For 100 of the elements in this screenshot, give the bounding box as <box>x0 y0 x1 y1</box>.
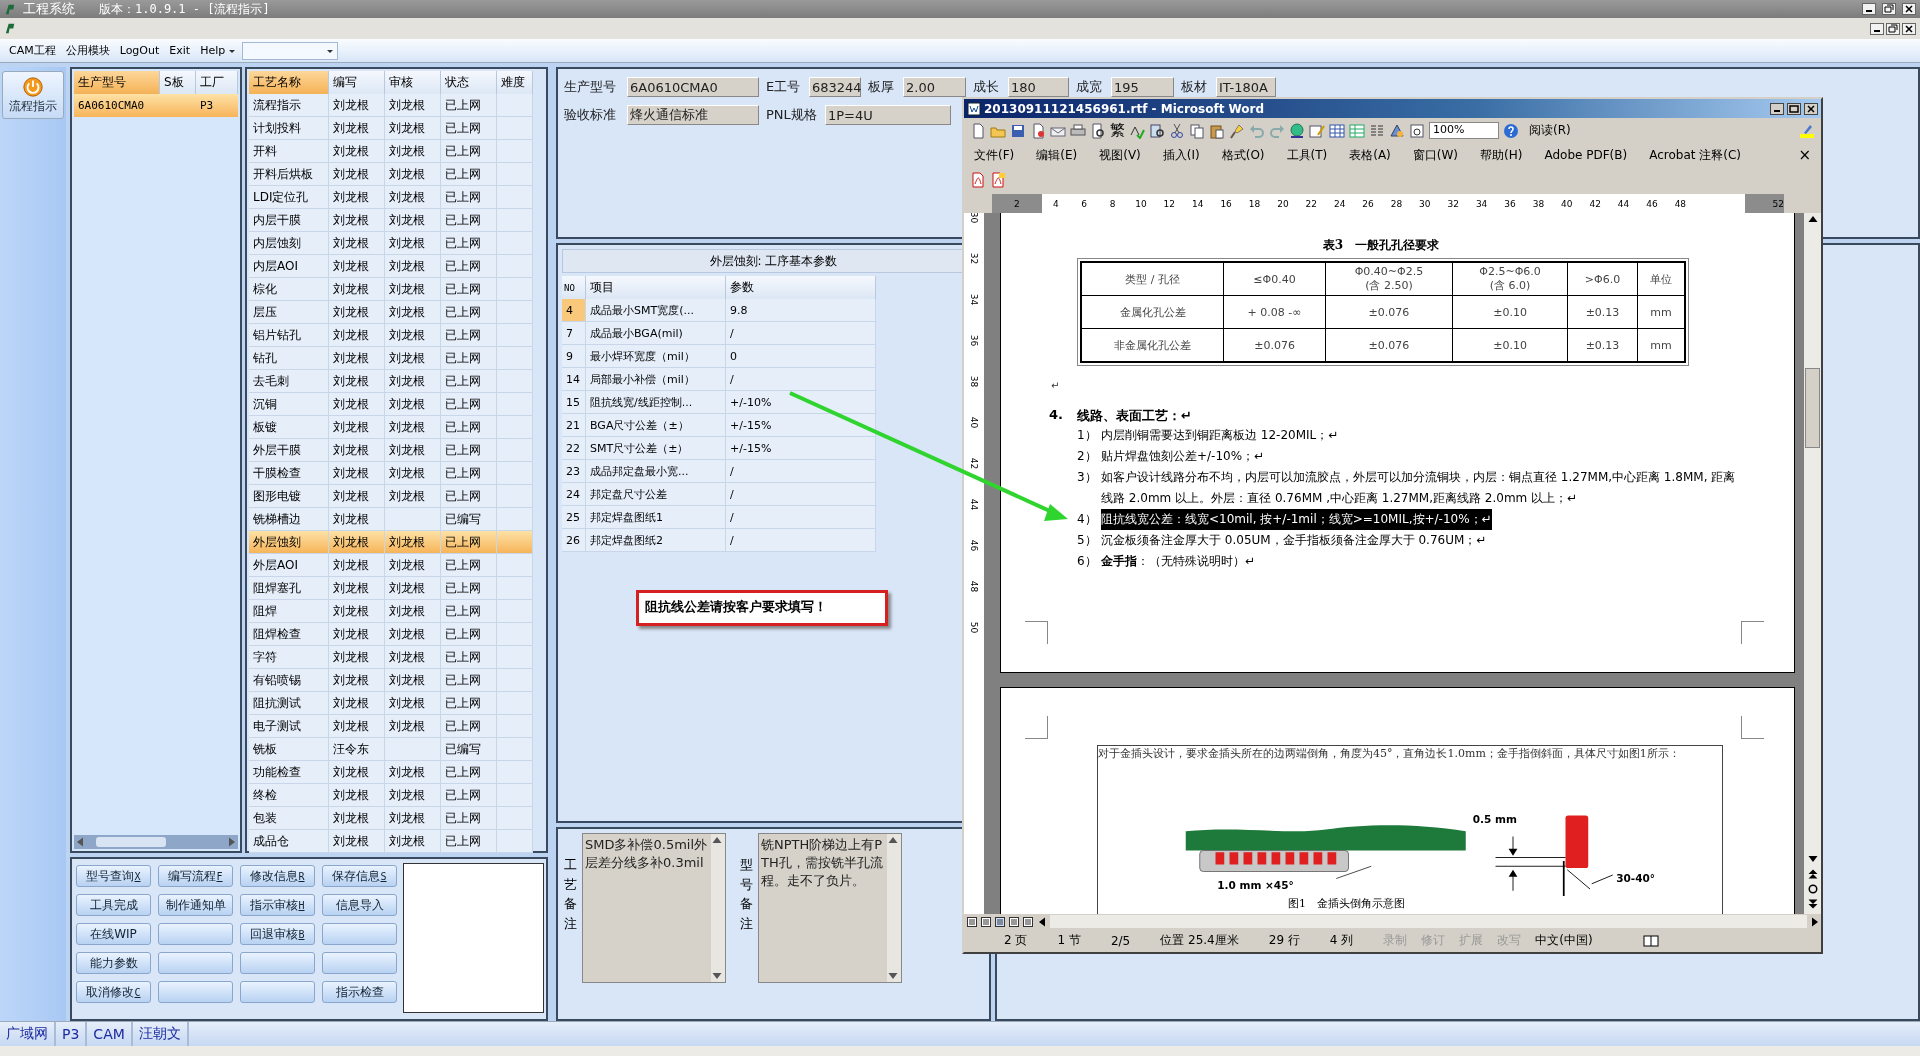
menu-item[interactable]: 窗口(W) <box>1412 146 1459 164</box>
table-cell[interactable]: 外层蚀刻 <box>249 531 329 554</box>
table-cell[interactable]: 7 <box>562 322 586 345</box>
cut-icon[interactable] <box>1169 122 1185 139</box>
save-icon[interactable] <box>1010 122 1026 139</box>
menu-item[interactable]: 公用模块 <box>60 43 115 58</box>
menu-item[interactable]: CAM工程 <box>4 43 61 58</box>
document-map-icon[interactable] <box>1409 122 1425 139</box>
menu-item[interactable]: 插入(I) <box>1162 146 1200 164</box>
menu-item[interactable]: Acrobat 注释(C) <box>1649 146 1741 164</box>
table-cell[interactable]: 流程指示 <box>249 94 329 117</box>
globe-link-icon[interactable] <box>1289 122 1305 139</box>
table-cell[interactable]: 字符 <box>249 646 329 669</box>
paintbrush-icon[interactable] <box>1229 122 1245 139</box>
drawing-icon[interactable] <box>1389 122 1405 139</box>
reading-view-icon[interactable] <box>1022 915 1034 928</box>
input-field[interactable]: 6A0610CMA0 <box>627 77 759 97</box>
table-cell[interactable]: 阻焊检查 <box>249 623 329 646</box>
table-cell[interactable]: 外层AOI <box>249 554 329 577</box>
scroll-bar[interactable] <box>711 834 725 982</box>
input-field[interactable]: 180 <box>1008 77 1069 97</box>
command-button[interactable]: 制作通知单 <box>158 894 233 916</box>
column-header[interactable]: 工艺名称 <box>249 71 329 94</box>
table-cell[interactable]: 电子测试 <box>249 715 329 738</box>
scroll-bar[interactable] <box>887 834 901 982</box>
restore-icon[interactable] <box>1886 22 1900 35</box>
column-header[interactable]: S板 <box>160 71 196 94</box>
table-cell[interactable]: 阻抗测试 <box>249 692 329 715</box>
scroll-thumb[interactable] <box>1805 368 1820 448</box>
command-button[interactable]: 在线WIP <box>76 923 151 945</box>
table-cell[interactable]: 沉铜 <box>249 393 329 416</box>
input-field[interactable]: 195 <box>1111 77 1174 97</box>
text-area[interactable]: 铣NPTH阶梯边上有PTH孔，需按铣半孔流程。走不了负片。 <box>758 833 902 983</box>
pdf-icon[interactable] <box>970 171 986 188</box>
menu-item[interactable]: 工具(T) <box>1286 146 1328 164</box>
table-cell[interactable]: LDI定位孔 <box>249 186 329 209</box>
highlighter-icon[interactable] <box>1799 122 1815 139</box>
menu-item[interactable]: Help <box>195 44 231 57</box>
table-cell[interactable]: 6A0610CMA0 <box>74 94 160 117</box>
table-cell[interactable]: 15 <box>562 391 586 414</box>
input-field[interactable]: IT-180A <box>1216 77 1276 97</box>
table-cell[interactable]: 功能检查 <box>249 761 329 784</box>
command-button[interactable]: 编写流程F <box>158 865 233 887</box>
command-button[interactable]: 指示审核H <box>240 894 315 916</box>
menu-item[interactable]: 视图(V) <box>1099 146 1141 164</box>
table-icon[interactable] <box>1329 122 1345 139</box>
command-button[interactable]: 修改信息R <box>240 865 315 887</box>
command-button[interactable]: 型号查询X <box>76 865 151 887</box>
table-cell[interactable]: 铝片钻孔 <box>249 324 329 347</box>
menu-item[interactable]: Adobe PDF(B) <box>1544 148 1628 162</box>
columns-icon[interactable] <box>1369 122 1385 139</box>
table-cell[interactable]: 包装 <box>249 807 329 830</box>
menu-item[interactable]: 帮助(H) <box>1480 146 1523 164</box>
table-cell[interactable]: 阻焊 <box>249 600 329 623</box>
help-icon[interactable] <box>1503 122 1519 139</box>
command-button[interactable]: 指示检查 <box>322 981 397 1003</box>
read-button[interactable]: 阅读(R) <box>1529 122 1571 139</box>
table-cell[interactable]: 铣板 <box>249 738 329 761</box>
permission-icon[interactable] <box>1030 122 1046 139</box>
table-cell[interactable]: 铣梯槽边 <box>249 508 329 531</box>
minimize-icon[interactable] <box>1870 22 1884 35</box>
print-preview-icon[interactable] <box>1090 122 1106 139</box>
table-cell[interactable]: 干膜检查 <box>249 462 329 485</box>
column-header[interactable]: 编写 <box>329 71 385 94</box>
table-cell[interactable]: 内层干膜 <box>249 209 329 232</box>
minimize-icon[interactable] <box>1770 102 1784 115</box>
table-cell[interactable]: 有铅喷锡 <box>249 669 329 692</box>
menu-item[interactable]: LogOut <box>114 44 165 57</box>
table-cell[interactable]: 阻焊塞孔 <box>249 577 329 600</box>
input-field[interactable]: 2.00 <box>903 77 966 97</box>
table-cell[interactable]: 钻孔 <box>249 347 329 370</box>
table-cell[interactable]: 26 <box>562 529 586 552</box>
normal-view-icon[interactable] <box>966 915 978 928</box>
maximize-icon[interactable] <box>1787 102 1801 115</box>
table-cell[interactable]: 去毛刺 <box>249 370 329 393</box>
print-view-icon[interactable] <box>994 915 1006 928</box>
research-icon[interactable] <box>1149 122 1165 139</box>
zoom-dropdown[interactable]: 100% <box>1429 122 1499 139</box>
table-cell[interactable]: 棕化 <box>249 278 329 301</box>
minimize-icon[interactable] <box>1862 3 1876 15</box>
menu-item[interactable]: 格式(O) <box>1221 146 1265 164</box>
input-field[interactable]: 1P=4U <box>825 105 951 125</box>
input-field[interactable]: 683244 <box>809 77 861 97</box>
input-field[interactable]: 烽火通信标准 <box>627 105 759 125</box>
table-cell[interactable]: 4 <box>562 299 586 322</box>
pdf-icon[interactable] <box>990 171 1006 188</box>
table-cell[interactable]: 21 <box>562 414 586 437</box>
next-page-icon[interactable] <box>1806 898 1819 910</box>
paste-icon[interactable] <box>1209 122 1225 139</box>
table-cell[interactable]: 开料后烘板 <box>249 163 329 186</box>
close-icon[interactable] <box>1902 22 1916 35</box>
close-icon[interactable] <box>1902 3 1916 15</box>
copy-icon[interactable] <box>1189 122 1205 139</box>
command-button[interactable]: 取消修改C <box>76 981 151 1003</box>
menu-item[interactable]: 编辑(E) <box>1036 146 1078 164</box>
menu-item[interactable]: 表格(A) <box>1349 146 1391 164</box>
new-document-icon[interactable] <box>970 122 986 139</box>
traditional-chinese-button[interactable]: 繁 <box>1110 121 1125 140</box>
table-cell[interactable]: 层压 <box>249 301 329 324</box>
previous-page-icon[interactable] <box>1806 868 1819 880</box>
